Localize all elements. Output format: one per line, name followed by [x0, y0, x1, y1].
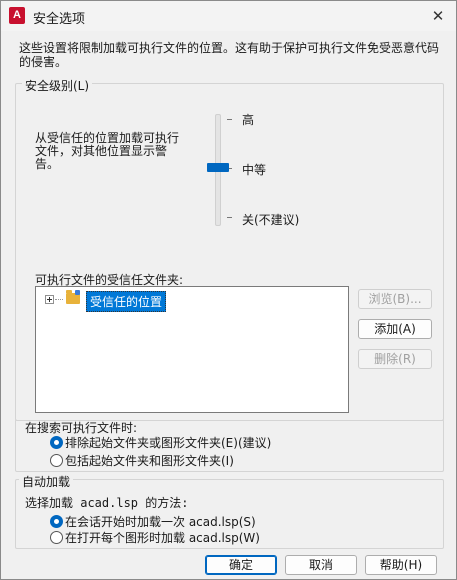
load-each-drawing-label[interactable]: 在打开每个图形时加载 acad.lsp(W) — [65, 529, 260, 546]
load-once-radio[interactable] — [50, 515, 63, 528]
tree-node-trusted-locations[interactable]: 受信任的位置 — [86, 291, 167, 312]
include-folders-radio[interactable] — [50, 454, 63, 467]
help-button[interactable]: 帮助(H) — [365, 555, 437, 575]
tree-connector — [55, 299, 63, 300]
delete-button[interactable]: 删除(R) — [358, 349, 432, 369]
level-medium-label: 中等 — [242, 163, 267, 177]
lock-icon — [75, 290, 80, 295]
trusted-folders-tree[interactable]: 受信任的位置 — [35, 286, 349, 413]
expand-icon[interactable] — [45, 295, 54, 304]
load-once-label[interactable]: 在会话开始时加载一次 acad.lsp(S) — [65, 513, 256, 530]
title-bar[interactable]: A 安全选项 ✕ — [1, 1, 456, 31]
level-high-label: 高 — [242, 113, 255, 127]
close-icon[interactable]: ✕ — [426, 4, 450, 28]
autocad-app-icon: A — [9, 7, 25, 24]
security-level-slider-thumb[interactable] — [207, 163, 229, 172]
include-folders-label[interactable]: 包括起始文件夹和图形文件夹(I) — [65, 452, 234, 469]
exclude-folders-radio[interactable] — [50, 436, 63, 449]
security-level-explanation: 从受信任的位置加载可执行文件，对其他位置显示警告。 — [35, 131, 180, 171]
load-method-label: 选择加载 acad.lsp 的方法: — [25, 496, 189, 510]
security-level-legend: 安全级别(L) — [22, 77, 93, 94]
level-off-label: 关(不建议) — [242, 213, 300, 227]
dialog-title: 安全选项 — [33, 12, 86, 27]
description-text: 这些设置将限制加载可执行文件的位置。这有助于保护可执行文件免受恶意代码的侵害。 — [19, 41, 440, 69]
security-options-dialog: A 安全选项 ✕ 这些设置将限制加载可执行文件的位置。这有助于保护可执行文件免受… — [0, 0, 457, 580]
browse-button[interactable]: 浏览(B)... — [358, 289, 432, 309]
load-each-drawing-radio[interactable] — [50, 531, 63, 544]
add-button[interactable]: 添加(A) — [358, 319, 432, 339]
tick-mark — [227, 119, 232, 120]
cancel-button[interactable]: 取消 — [285, 555, 357, 575]
autoload-legend: 自动加载 — [19, 473, 74, 490]
exclude-folders-label[interactable]: 排除起始文件夹或图形文件夹(E)(建议) — [65, 434, 271, 451]
ok-button[interactable]: 确定 — [205, 555, 277, 575]
tick-mark — [227, 217, 232, 218]
